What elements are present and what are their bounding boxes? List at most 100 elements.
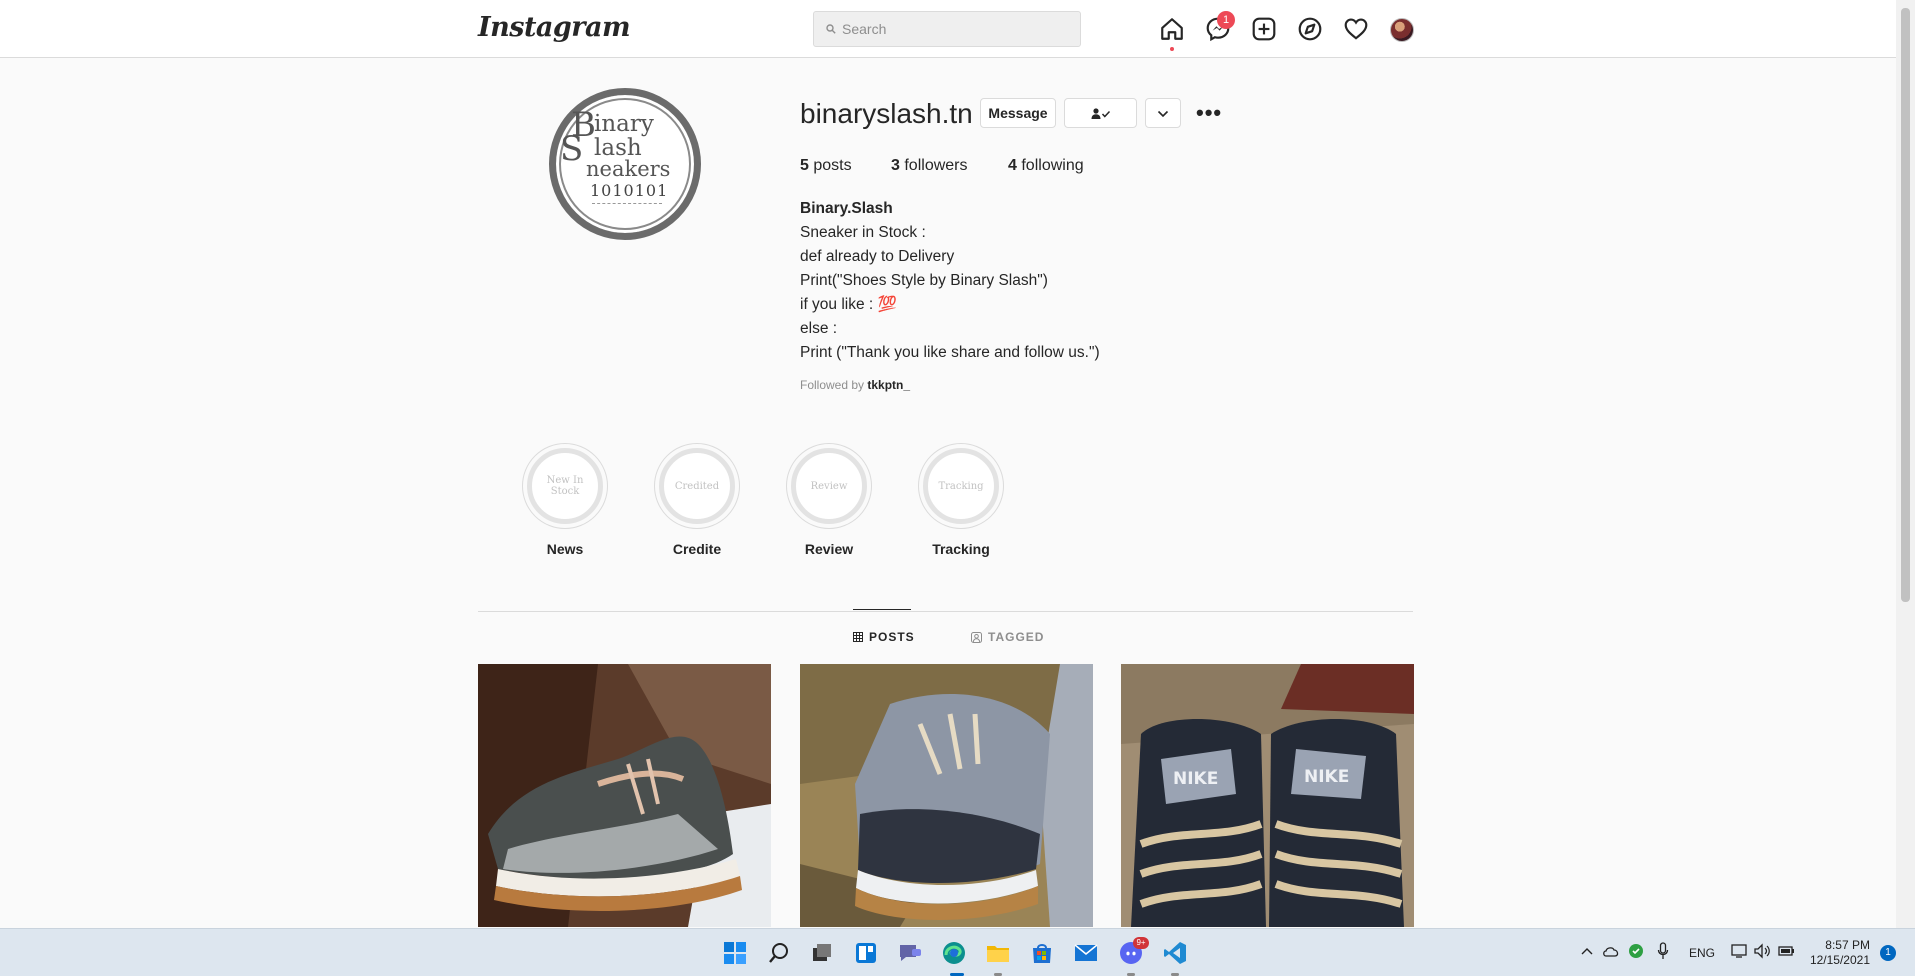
search-icon	[826, 24, 836, 34]
vscode-icon[interactable]	[1161, 939, 1189, 967]
discord-badge: 9+	[1133, 937, 1149, 949]
sneaker-photo-1	[478, 664, 771, 927]
sneaker-photo-3: NIKE NIKE	[1121, 664, 1414, 927]
highlight-cover: Credited	[659, 448, 735, 524]
highlight-ring: Tracking	[918, 443, 1004, 529]
language-indicator[interactable]: ENG	[1689, 946, 1715, 960]
avatar-text-binary-number: 1010101	[590, 181, 669, 200]
post-thumbnail[interactable]: NIKE NIKE	[1121, 664, 1414, 927]
search-icon[interactable]	[765, 939, 793, 967]
profile-username: binaryslash.tn	[800, 98, 973, 129]
tabs-divider	[478, 611, 1413, 612]
highlight-label: Review	[804, 541, 854, 557]
followed-by-text[interactable]: Followed by tkkptn_	[800, 378, 910, 392]
followers-label: followers	[904, 157, 968, 174]
bio-line: Sneaker in Stock :	[800, 224, 926, 241]
widgets-icon[interactable]	[852, 939, 880, 967]
posts-label: posts	[813, 157, 852, 174]
file-explorer-icon[interactable]	[984, 939, 1012, 967]
top-navigation-bar: Instagram 1	[0, 0, 1896, 58]
tab-tagged[interactable]: TAGGED	[971, 630, 1044, 644]
microsoft-store-icon[interactable]	[1028, 939, 1056, 967]
tab-posts[interactable]: POSTS	[853, 630, 915, 644]
system-clock[interactable]: 8:57 PM 12/15/2021	[1800, 938, 1870, 968]
messages-badge: 1	[1217, 11, 1235, 29]
posts-stat[interactable]: 5 posts	[800, 157, 852, 175]
highlight-cover: Review	[791, 448, 867, 524]
highlight-label: Tracking	[932, 541, 990, 557]
bio-line: def already to Delivery	[800, 248, 955, 265]
profile-picture[interactable]: inary B S lash neakers 1010101	[549, 88, 701, 240]
suggested-accounts-button[interactable]	[1145, 98, 1181, 128]
search-box[interactable]	[813, 11, 1081, 47]
tab-tagged-label: TAGGED	[988, 630, 1045, 644]
following-label: following	[1021, 157, 1084, 174]
bio-line: if you like : 💯	[800, 296, 897, 313]
following-count: 4	[1008, 157, 1017, 174]
bio-line: Print("Shoes Style by Binary Slash")	[800, 272, 1048, 289]
battery-icon[interactable]	[1778, 944, 1796, 958]
home-active-dot	[1170, 47, 1174, 51]
instagram-logo[interactable]: Instagram	[478, 12, 631, 43]
followers-count: 3	[891, 157, 900, 174]
highlight-label: News	[546, 541, 584, 557]
avatar-text-neakers: neakers	[586, 157, 671, 181]
profile-avatar-icon[interactable]	[1390, 18, 1414, 42]
page-scrollbar[interactable]	[1896, 0, 1915, 928]
chevron-up-icon[interactable]	[1581, 947, 1593, 955]
tab-posts-label: POSTS	[869, 630, 915, 644]
bio-display-name: Binary.Slash	[800, 200, 893, 217]
avatar-dashed-line	[592, 203, 662, 204]
posts-count: 5	[800, 157, 809, 174]
nike-tongue-text-right: NIKE	[1304, 767, 1349, 787]
following-stat[interactable]: 4 following	[1008, 157, 1084, 175]
scrollbar-thumb[interactable]	[1901, 8, 1910, 602]
bio-line: else :	[800, 320, 838, 337]
task-view-icon[interactable]	[808, 939, 836, 967]
followed-by-prefix: Followed by	[800, 378, 865, 392]
new-post-icon[interactable]	[1251, 16, 1277, 42]
chevron-down-icon	[1157, 111, 1169, 118]
following-button[interactable]	[1064, 98, 1137, 128]
windows-start-icon[interactable]	[721, 939, 749, 967]
windows-taskbar: 9+ ENG 8:57 PM 12/15/2021 1	[0, 928, 1915, 976]
activity-heart-icon[interactable]	[1343, 16, 1369, 42]
teams-chat-icon[interactable]	[896, 939, 924, 967]
grid-icon	[853, 632, 863, 642]
post-thumbnail[interactable]	[800, 664, 1093, 927]
post-thumbnail[interactable]	[478, 664, 771, 927]
more-options-icon[interactable]: •••	[1196, 100, 1222, 126]
tag-icon	[971, 631, 982, 643]
highlight-credite[interactable]: Credited Credite	[654, 443, 740, 557]
message-button[interactable]: Message	[980, 98, 1056, 128]
home-icon[interactable]	[1159, 16, 1185, 42]
nike-tongue-text-left: NIKE	[1173, 769, 1218, 789]
highlight-tracking[interactable]: Tracking Tracking	[918, 443, 1004, 557]
avatar-text-S: S	[560, 129, 584, 169]
onedrive-cloud-icon[interactable]	[1602, 945, 1620, 957]
search-input[interactable]	[842, 18, 1072, 40]
highlight-cover: Tracking	[923, 448, 999, 524]
clock-date: 12/15/2021	[1809, 953, 1870, 967]
notification-center-badge[interactable]: 1	[1880, 945, 1896, 961]
sneaker-photo-2	[800, 664, 1093, 927]
explore-compass-icon[interactable]	[1297, 16, 1323, 42]
person-check-icon	[1091, 108, 1110, 120]
avatar-text-inary: inary	[594, 111, 654, 137]
bio-line: Print ("Thank you like share and follow …	[800, 344, 1100, 361]
followed-by-user[interactable]: tkkptn_	[867, 378, 910, 392]
highlight-ring: Review	[786, 443, 872, 529]
volume-icon[interactable]	[1753, 943, 1771, 959]
highlight-review[interactable]: Review Review	[786, 443, 872, 557]
mail-icon[interactable]	[1072, 939, 1100, 967]
clock-time: 8:57 PM	[1825, 938, 1870, 952]
security-shield-icon[interactable]	[1628, 943, 1644, 959]
highlight-news[interactable]: New In Stock News	[522, 443, 608, 557]
network-icon[interactable]	[1731, 943, 1749, 959]
followers-stat[interactable]: 3 followers	[891, 157, 968, 175]
edge-browser-icon[interactable]	[940, 939, 968, 967]
profile-bio: Binary.Slash Sneaker in Stock : def alre…	[800, 197, 1100, 365]
active-tab-indicator	[853, 609, 911, 610]
microphone-icon[interactable]	[1657, 942, 1669, 960]
highlight-label: Credite	[672, 541, 722, 557]
